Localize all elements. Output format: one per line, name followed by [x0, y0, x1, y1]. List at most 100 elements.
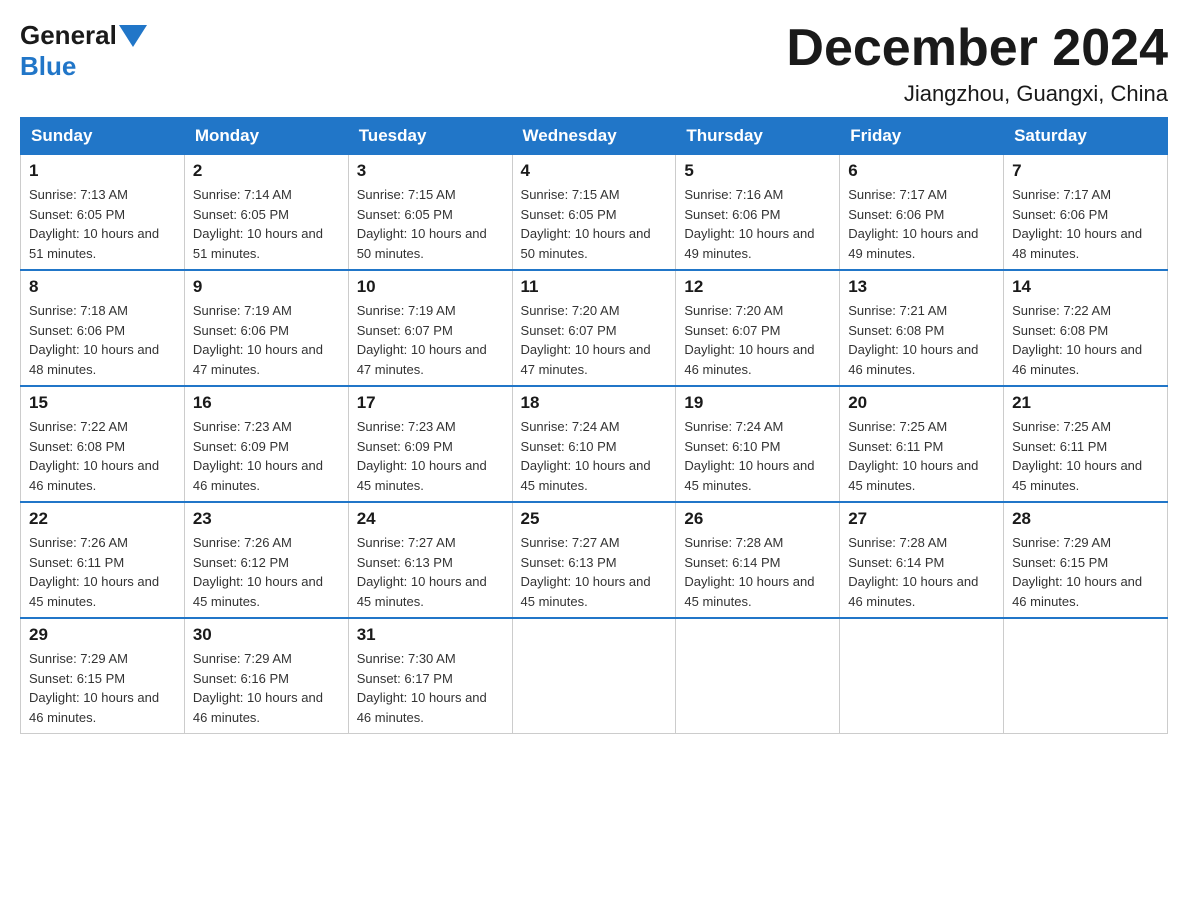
day-info: Sunrise: 7:15 AMSunset: 6:05 PMDaylight:…: [521, 185, 668, 263]
logo-blue-text: Blue: [20, 51, 76, 82]
calendar-week-row: 29 Sunrise: 7:29 AMSunset: 6:15 PMDayligh…: [21, 618, 1168, 734]
day-info: Sunrise: 7:26 AMSunset: 6:11 PMDaylight:…: [29, 533, 176, 611]
table-row: 15Sunrise: 7:22 AMSunset: 6:08 PMDayligh…: [21, 386, 185, 502]
table-row: 2 Sunrise: 7:14 AMSunset: 6:05 PMDaylight…: [184, 155, 348, 271]
day-number: 21: [1012, 393, 1159, 413]
day-number: 30: [193, 625, 340, 645]
table-row: 26 Sunrise: 7:28 AMSunset: 6:14 PMDayligh…: [676, 502, 840, 618]
day-number: 11: [521, 277, 668, 297]
table-row: 17Sunrise: 7:23 AMSunset: 6:09 PMDayligh…: [348, 386, 512, 502]
day-info: Sunrise: 7:22 AMSunset: 6:08 PMDaylight:…: [29, 417, 176, 495]
col-thursday: Thursday: [676, 118, 840, 155]
calendar-table: Sunday Monday Tuesday Wednesday Thursday…: [20, 117, 1168, 734]
calendar-week-row: 22Sunrise: 7:26 AMSunset: 6:11 PMDayligh…: [21, 502, 1168, 618]
day-info: Sunrise: 7:29 AMSunset: 6:15 PMDaylight:…: [1012, 533, 1159, 611]
day-info: Sunrise: 7:17 AMSunset: 6:06 PMDaylight:…: [848, 185, 995, 263]
day-number: 2: [193, 161, 340, 181]
logo-general-text: General: [20, 20, 117, 51]
day-info: Sunrise: 7:23 AMSunset: 6:09 PMDaylight:…: [357, 417, 504, 495]
day-info: Sunrise: 7:24 AMSunset: 6:10 PMDaylight:…: [684, 417, 831, 495]
day-info: Sunrise: 7:19 AMSunset: 6:06 PMDaylight:…: [193, 301, 340, 379]
table-row: 16Sunrise: 7:23 AMSunset: 6:09 PMDayligh…: [184, 386, 348, 502]
table-row: 18Sunrise: 7:24 AMSunset: 6:10 PMDayligh…: [512, 386, 676, 502]
calendar-week-row: 8 Sunrise: 7:18 AMSunset: 6:06 PMDaylight…: [21, 270, 1168, 386]
day-info: Sunrise: 7:28 AMSunset: 6:14 PMDaylight:…: [684, 533, 831, 611]
day-number: 23: [193, 509, 340, 529]
day-info: Sunrise: 7:15 AMSunset: 6:05 PMDaylight:…: [357, 185, 504, 263]
day-info: Sunrise: 7:14 AMSunset: 6:05 PMDaylight:…: [193, 185, 340, 263]
day-number: 4: [521, 161, 668, 181]
col-wednesday: Wednesday: [512, 118, 676, 155]
table-row: [1004, 618, 1168, 734]
day-number: 1: [29, 161, 176, 181]
table-row: 22Sunrise: 7:26 AMSunset: 6:11 PMDayligh…: [21, 502, 185, 618]
table-row: 21 Sunrise: 7:25 AMSunset: 6:11 PMDayligh…: [1004, 386, 1168, 502]
table-row: [840, 618, 1004, 734]
day-number: 28: [1012, 509, 1159, 529]
table-row: 1 Sunrise: 7:13 AMSunset: 6:05 PMDaylight…: [21, 155, 185, 271]
calendar-week-row: 15Sunrise: 7:22 AMSunset: 6:08 PMDayligh…: [21, 386, 1168, 502]
day-number: 31: [357, 625, 504, 645]
day-number: 6: [848, 161, 995, 181]
day-info: Sunrise: 7:19 AMSunset: 6:07 PMDaylight:…: [357, 301, 504, 379]
table-row: 6 Sunrise: 7:17 AMSunset: 6:06 PMDaylight…: [840, 155, 1004, 271]
table-row: 27 Sunrise: 7:28 AMSunset: 6:14 PMDayligh…: [840, 502, 1004, 618]
table-row: 28 Sunrise: 7:29 AMSunset: 6:15 PMDayligh…: [1004, 502, 1168, 618]
logo: General Blue: [20, 20, 149, 82]
day-number: 20: [848, 393, 995, 413]
page-header: General Blue December 2024 Jiangzhou, Gu…: [20, 20, 1168, 107]
day-info: Sunrise: 7:29 AMSunset: 6:15 PMDaylight:…: [29, 649, 176, 727]
col-friday: Friday: [840, 118, 1004, 155]
calendar-week-row: 1 Sunrise: 7:13 AMSunset: 6:05 PMDaylight…: [21, 155, 1168, 271]
day-info: Sunrise: 7:16 AMSunset: 6:06 PMDaylight:…: [684, 185, 831, 263]
table-row: [512, 618, 676, 734]
day-info: Sunrise: 7:30 AMSunset: 6:17 PMDaylight:…: [357, 649, 504, 727]
day-number: 18: [521, 393, 668, 413]
day-number: 8: [29, 277, 176, 297]
day-info: Sunrise: 7:21 AMSunset: 6:08 PMDaylight:…: [848, 301, 995, 379]
table-row: 7 Sunrise: 7:17 AMSunset: 6:06 PMDaylight…: [1004, 155, 1168, 271]
location: Jiangzhou, Guangxi, China: [786, 81, 1168, 107]
day-number: 3: [357, 161, 504, 181]
day-number: 25: [521, 509, 668, 529]
col-tuesday: Tuesday: [348, 118, 512, 155]
table-row: 29 Sunrise: 7:29 AMSunset: 6:15 PMDayligh…: [21, 618, 185, 734]
col-monday: Monday: [184, 118, 348, 155]
table-row: 24Sunrise: 7:27 AMSunset: 6:13 PMDayligh…: [348, 502, 512, 618]
table-row: 25Sunrise: 7:27 AMSunset: 6:13 PMDayligh…: [512, 502, 676, 618]
day-number: 29: [29, 625, 176, 645]
table-row: 9Sunrise: 7:19 AMSunset: 6:06 PMDaylight…: [184, 270, 348, 386]
table-row: 14 Sunrise: 7:22 AMSunset: 6:08 PMDayligh…: [1004, 270, 1168, 386]
logo-triangle-icon: [119, 25, 147, 47]
day-info: Sunrise: 7:28 AMSunset: 6:14 PMDaylight:…: [848, 533, 995, 611]
table-row: 3 Sunrise: 7:15 AMSunset: 6:05 PMDaylight…: [348, 155, 512, 271]
day-number: 7: [1012, 161, 1159, 181]
table-row: 30Sunrise: 7:29 AMSunset: 6:16 PMDayligh…: [184, 618, 348, 734]
day-number: 12: [684, 277, 831, 297]
col-sunday: Sunday: [21, 118, 185, 155]
table-row: 8 Sunrise: 7:18 AMSunset: 6:06 PMDaylight…: [21, 270, 185, 386]
day-info: Sunrise: 7:27 AMSunset: 6:13 PMDaylight:…: [357, 533, 504, 611]
table-row: 23 Sunrise: 7:26 AMSunset: 6:12 PMDayligh…: [184, 502, 348, 618]
col-saturday: Saturday: [1004, 118, 1168, 155]
calendar-header-row: Sunday Monday Tuesday Wednesday Thursday…: [21, 118, 1168, 155]
table-row: 4 Sunrise: 7:15 AMSunset: 6:05 PMDaylight…: [512, 155, 676, 271]
day-number: 27: [848, 509, 995, 529]
table-row: 20 Sunrise: 7:25 AMSunset: 6:11 PMDayligh…: [840, 386, 1004, 502]
day-info: Sunrise: 7:13 AMSunset: 6:05 PMDaylight:…: [29, 185, 176, 263]
day-info: Sunrise: 7:18 AMSunset: 6:06 PMDaylight:…: [29, 301, 176, 379]
day-info: Sunrise: 7:25 AMSunset: 6:11 PMDaylight:…: [848, 417, 995, 495]
table-row: 10Sunrise: 7:19 AMSunset: 6:07 PMDayligh…: [348, 270, 512, 386]
day-info: Sunrise: 7:17 AMSunset: 6:06 PMDaylight:…: [1012, 185, 1159, 263]
day-number: 14: [1012, 277, 1159, 297]
day-number: 26: [684, 509, 831, 529]
table-row: 31 Sunrise: 7:30 AMSunset: 6:17 PMDayligh…: [348, 618, 512, 734]
day-number: 16: [193, 393, 340, 413]
day-info: Sunrise: 7:26 AMSunset: 6:12 PMDaylight:…: [193, 533, 340, 611]
table-row: [676, 618, 840, 734]
table-row: 5Sunrise: 7:16 AMSunset: 6:06 PMDaylight…: [676, 155, 840, 271]
day-info: Sunrise: 7:25 AMSunset: 6:11 PMDaylight:…: [1012, 417, 1159, 495]
day-info: Sunrise: 7:22 AMSunset: 6:08 PMDaylight:…: [1012, 301, 1159, 379]
title-area: December 2024 Jiangzhou, Guangxi, China: [786, 20, 1168, 107]
day-number: 13: [848, 277, 995, 297]
